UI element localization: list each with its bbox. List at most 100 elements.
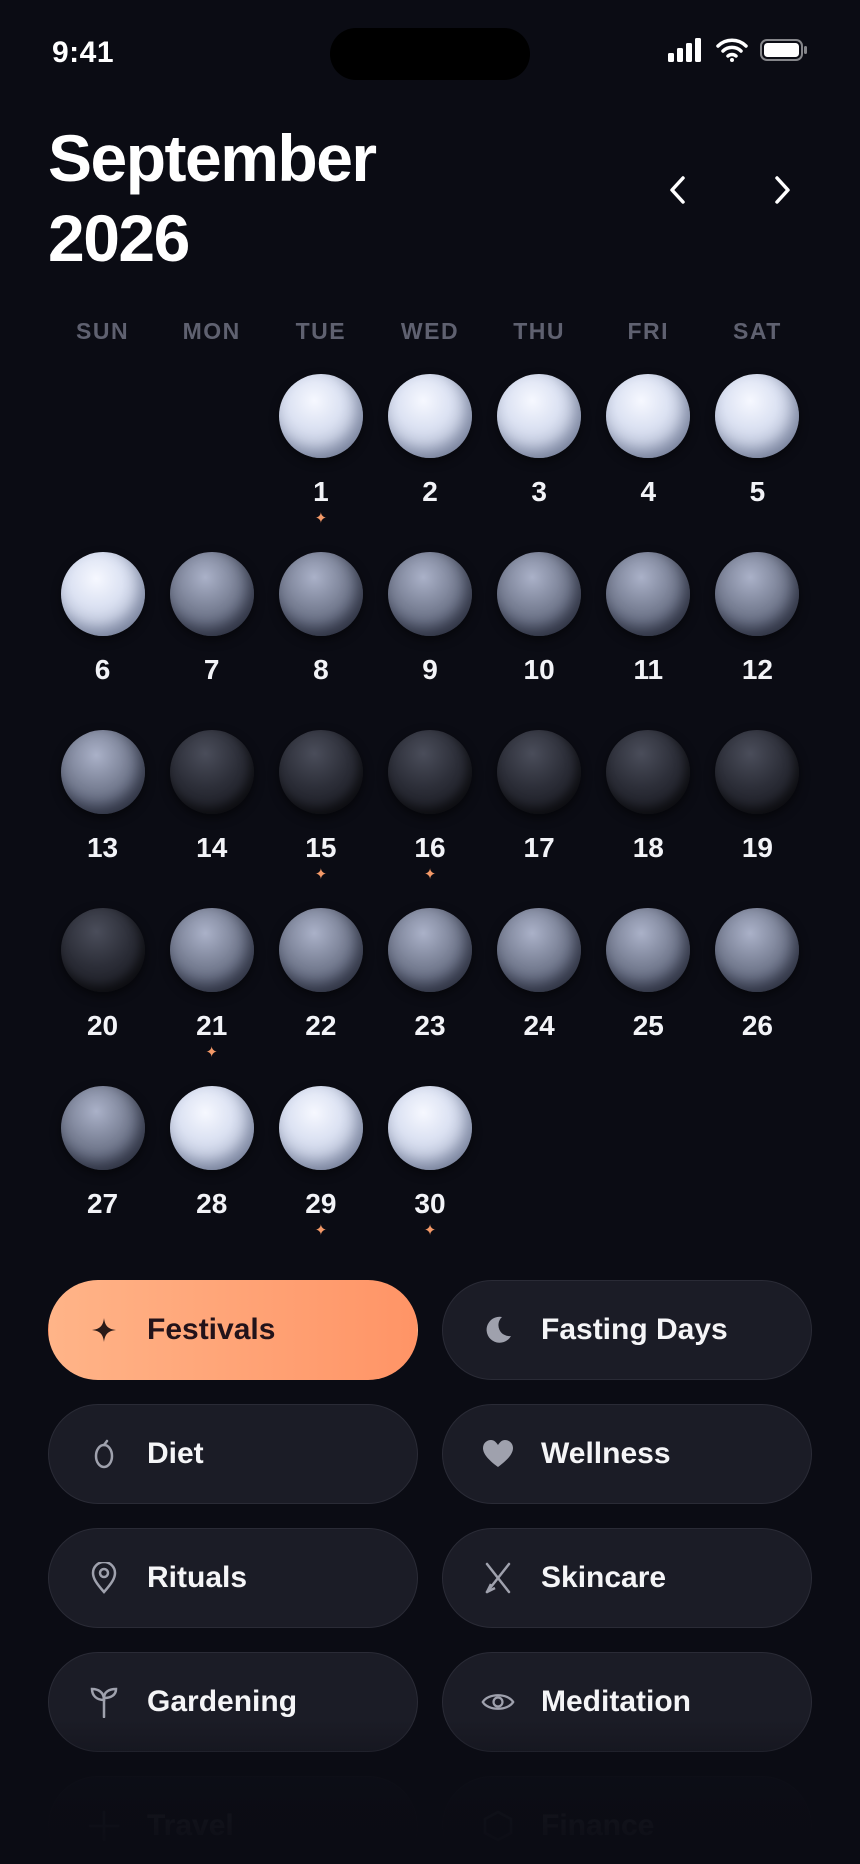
calendar-day[interactable]: 2 [375, 374, 484, 552]
sparkle-icon [87, 1313, 121, 1347]
calendar-day[interactable]: 11 [594, 552, 703, 730]
calendar-day[interactable]: 6 [48, 552, 157, 730]
event-marker-icon: ✦ [314, 866, 328, 883]
calendar-day[interactable]: 18 [594, 730, 703, 908]
sprout-icon [87, 1685, 121, 1719]
moon-phase-icon [497, 730, 582, 814]
moon-phase-icon [497, 374, 582, 458]
moon-phase-icon [60, 908, 145, 992]
calendar-day[interactable]: 15 ✦ [266, 730, 375, 908]
weekday-label: SAT [733, 318, 782, 344]
calendar-day[interactable]: 29 ✦ [266, 1086, 375, 1264]
seed-icon [87, 1437, 121, 1471]
wifi-icon [716, 38, 748, 67]
calendar-day[interactable]: 21 ✦ [157, 908, 266, 1086]
moon-phase-icon [387, 730, 472, 814]
calendar-day[interactable]: 10 [485, 552, 594, 730]
calendar-day[interactable]: 16 ✦ [375, 730, 484, 908]
moon-phase-icon [497, 552, 582, 636]
day-number: 9 [422, 654, 438, 685]
calendar-day[interactable]: 24 [485, 908, 594, 1086]
calendar-day[interactable]: 27 [48, 1086, 157, 1264]
day-number: 7 [203, 654, 220, 685]
moon-phase-icon [606, 908, 691, 992]
category-chip-skincare[interactable]: Skincare [442, 1528, 812, 1628]
day-number: 1 [313, 476, 329, 507]
moon-phase-icon [60, 1086, 145, 1170]
day-number: 27 [86, 1188, 119, 1219]
category-chips: Festivals Fasting Days Diet Wellness Rituals… [48, 1280, 812, 1864]
day-number: 3 [531, 476, 547, 507]
previous-month-button[interactable] [652, 164, 704, 216]
day-number: 28 [196, 1188, 228, 1219]
category-chip-wellness[interactable]: Wellness [442, 1404, 812, 1504]
calendar-day[interactable]: 4 [594, 374, 703, 552]
crescent-moon-icon [481, 1313, 515, 1347]
calendar-day[interactable]: 22 [266, 908, 375, 1086]
status-time: 9:41 [52, 36, 115, 69]
next-month-button[interactable] [756, 164, 808, 216]
calendar-day[interactable]: 28 [157, 1086, 266, 1264]
moon-phase-icon [715, 374, 800, 458]
calendar-day[interactable]: 9 [375, 552, 484, 730]
status-icons [668, 38, 808, 67]
calendar-day[interactable]: 20 [48, 908, 157, 1086]
day-number: 6 [94, 654, 111, 685]
category-chip-festivals[interactable]: Festivals [48, 1280, 418, 1380]
day-number: 18 [632, 832, 664, 863]
day-number: 29 [305, 1188, 337, 1219]
category-chip-meditation[interactable]: Meditation [442, 1652, 812, 1752]
weekday-label: WED [400, 318, 460, 344]
battery-icon [760, 38, 808, 67]
event-marker-icon: ✦ [423, 1222, 437, 1239]
category-chip-finance[interactable]: Finance [442, 1776, 812, 1864]
weekday-label: SUN [76, 318, 130, 344]
status-bar: 9:41 [0, 0, 860, 110]
category-chip-label: Finance [541, 1809, 655, 1842]
calendar-day[interactable]: 17 [485, 730, 594, 908]
day-number: 12 [741, 654, 773, 685]
category-chip-travel[interactable]: Travel [48, 1776, 418, 1864]
category-chip-label: Skincare [541, 1561, 667, 1594]
weekday-label: MON [182, 318, 241, 344]
calendar-day[interactable]: 13 [48, 730, 157, 908]
moon-phase-icon [169, 908, 254, 992]
moon-phase-icon [606, 730, 691, 814]
heart-icon [481, 1437, 515, 1471]
moon-phase-icon [387, 1086, 472, 1170]
chevron-right-icon [775, 176, 790, 204]
category-chip-rituals[interactable]: Rituals [48, 1528, 418, 1628]
day-number: 2 [422, 476, 438, 507]
calendar-day[interactable]: 23 [375, 908, 484, 1086]
calendar-day[interactable]: 14 [157, 730, 266, 908]
calendar-day[interactable]: 5 [703, 374, 812, 552]
category-chip-fasting-days[interactable]: Fasting Days [442, 1280, 812, 1380]
category-chip-gardening[interactable]: Gardening [48, 1652, 418, 1752]
calendar-day[interactable]: 7 [157, 552, 266, 730]
calendar-day[interactable]: 12 [703, 552, 812, 730]
moon-phase-icon [387, 908, 472, 992]
moon-phase-icon [278, 730, 363, 814]
event-marker-icon: ✦ [205, 1044, 218, 1061]
calendar-day[interactable]: 1 ✦ [266, 374, 375, 552]
calendar-day[interactable]: 26 [703, 908, 812, 1086]
day-number: 14 [196, 832, 228, 863]
moon-phase-icon [169, 552, 254, 636]
category-chip-diet[interactable]: Diet [48, 1404, 418, 1504]
calendar-day[interactable]: 8 [266, 552, 375, 730]
day-number: 8 [313, 654, 329, 685]
day-number: 24 [523, 1010, 555, 1041]
chevron-left-icon [670, 176, 685, 204]
calendar-day[interactable]: 30 ✦ [375, 1086, 484, 1264]
category-chip-label: Fasting Days [541, 1313, 728, 1346]
event-marker-icon: ✦ [423, 866, 437, 883]
calendar-day[interactable]: 25 [594, 908, 703, 1086]
weekday-label: FRI [627, 318, 670, 344]
category-chip-label: Travel [147, 1809, 234, 1842]
calendar-day[interactable]: 3 [485, 374, 594, 552]
moon-phase-icon [387, 552, 472, 636]
category-chip-label: Festivals [147, 1313, 276, 1346]
calendar-day[interactable]: 19 [703, 730, 812, 908]
year-label: 2026 [48, 201, 190, 275]
moon-phase-icon [169, 730, 254, 814]
